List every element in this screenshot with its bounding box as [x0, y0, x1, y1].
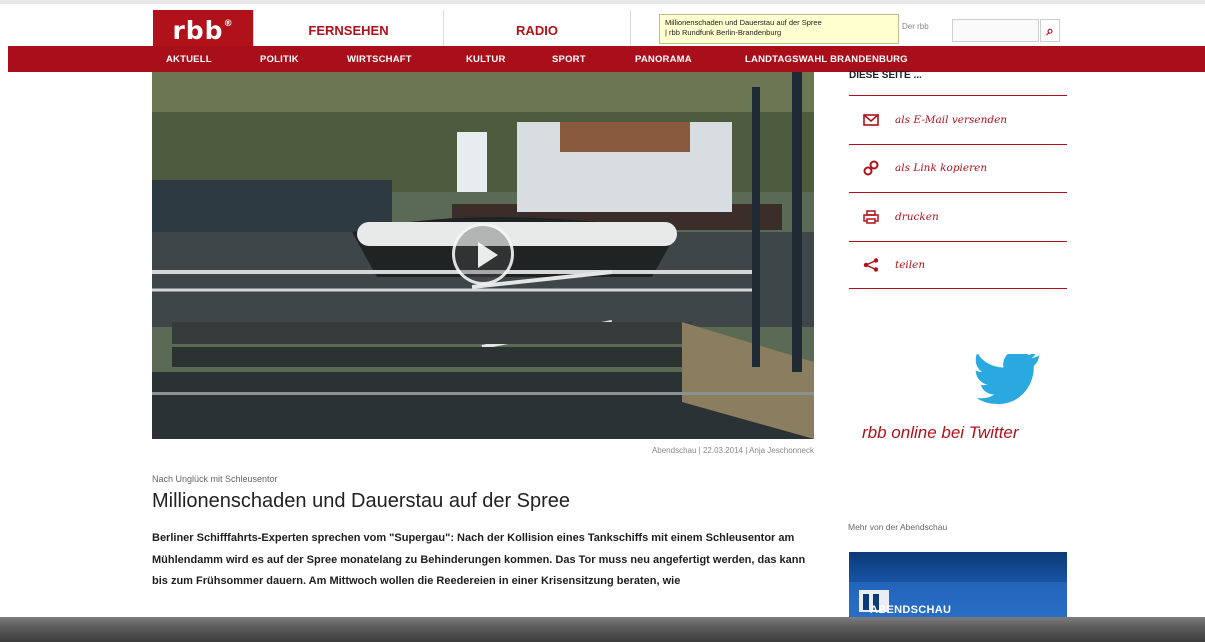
twitter-link[interactable]: rbb online bei Twitter — [862, 423, 1019, 443]
share-list: als E-Mail versenden als Link kopieren d… — [849, 95, 1067, 289]
play-button[interactable] — [452, 223, 514, 285]
search-button[interactable]: ⌕ — [1040, 19, 1060, 42]
top-header: rbb ® FERNSEHEN RADIO Millionenschaden un… — [0, 0, 1205, 50]
share-link[interactable]: als Link kopieren — [849, 143, 1067, 193]
share-email[interactable]: als E-Mail versenden — [849, 95, 1067, 144]
category-sport[interactable]: SPORT — [552, 46, 586, 72]
category-wirtschaft[interactable]: WIRTSCHAFT — [347, 46, 412, 72]
video-credit: Abendschau | 22.03.2014 | Anja Jeschonne… — [651, 446, 814, 455]
nav-fernsehen[interactable]: FERNSEHEN — [253, 10, 443, 50]
category-landtagswahl[interactable]: LANDTAGSWAHL BRANDENBURG — [745, 46, 908, 72]
article-headline: Millionenschaden und Dauerstau auf der S… — [152, 490, 571, 512]
article-kicker: Nach Unglück mit Schleusentor — [152, 474, 278, 484]
category-bar: AKTUELL POLITIK WIRTSCHAFT KULTUR SPORT … — [8, 46, 1205, 78]
search-icon: ⌕ — [1046, 22, 1054, 38]
share-link-label: als Link kopieren — [895, 162, 988, 175]
os-dock-bar — [0, 617, 1205, 642]
tooltip-line-1: Millionenschaden und Dauerstau auf der S… — [665, 18, 822, 27]
nav-radio[interactable]: RADIO — [443, 10, 630, 50]
share-social-label: teilen — [895, 258, 926, 271]
print-icon — [863, 210, 885, 224]
category-politik[interactable]: POLITIK — [260, 46, 299, 72]
share-print[interactable]: drucken — [849, 192, 1067, 241]
category-kultur[interactable]: KULTUR — [466, 46, 506, 72]
mail-icon — [863, 113, 885, 126]
video-player[interactable] — [152, 72, 814, 439]
tooltip-line-2: | rbb Rundfunk Berlin-Brandenburg — [665, 28, 782, 37]
logo-registered-mark: ® — [223, 19, 234, 29]
more-from-abendschau-heading: Mehr von der Abendschau — [848, 522, 948, 532]
der-rbb-link[interactable]: Der rbb — [902, 22, 929, 31]
tab-title-tooltip: Millionenschaden und Dauerstau auf der S… — [659, 14, 899, 44]
share-print-label: drucken — [895, 210, 939, 223]
abendschau-logo: ABENDSCHAU — [870, 604, 952, 616]
share-social[interactable]: teilen — [849, 240, 1067, 289]
link-icon — [863, 160, 885, 176]
share-icon — [863, 258, 885, 272]
share-email-label: als E-Mail versenden — [895, 113, 1008, 126]
twitter-bird-icon[interactable] — [972, 350, 1042, 408]
article-lead: Berliner Schifffahrts-Experten sprechen … — [152, 532, 806, 587]
sidebar-heading: DIESE SEITE ... — [849, 70, 922, 81]
logo-text: rbb — [172, 15, 224, 45]
category-panorama[interactable]: PANORAMA — [635, 46, 692, 78]
category-aktuell[interactable]: AKTUELL — [166, 46, 212, 72]
rbb-logo[interactable]: rbb ® — [153, 10, 253, 50]
search-input[interactable] — [952, 19, 1039, 42]
